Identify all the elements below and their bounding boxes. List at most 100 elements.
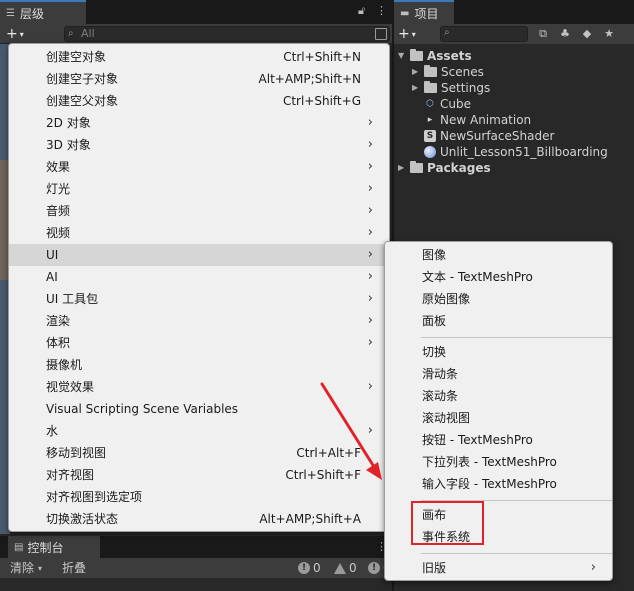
project-tab-label: 项目 — [414, 6, 439, 21]
expand-arrow-icon[interactable]: ▶ — [398, 160, 410, 176]
menu-item-create-empty[interactable]: 创建空对象 Ctrl+Shift+N — [9, 46, 389, 68]
search-icon: ⌕ — [444, 27, 450, 38]
menu-item-light[interactable]: 灯光 › — [9, 178, 389, 200]
hierarchy-search-input[interactable]: ⌕ All — [64, 26, 390, 42]
console-icon: ▤ — [14, 541, 24, 553]
menu-item-text-tmp[interactable]: 文本 - TextMeshPro — [385, 266, 612, 288]
expand-arrow-icon[interactable]: ▶ — [412, 64, 424, 80]
tree-item-cube[interactable]: ⬡ Cube — [424, 96, 471, 112]
tree-item-settings[interactable]: ▶ Settings — [412, 80, 490, 96]
menu-item-rendering[interactable]: 渲染 › — [9, 310, 389, 332]
tree-item-label: Assets — [427, 49, 472, 63]
tree-item-label: Cube — [440, 97, 471, 111]
menu-separator — [421, 553, 612, 554]
plus-icon: + — [6, 26, 18, 42]
lock-icon[interactable]: 🔓︎ — [358, 4, 365, 18]
menu-item-create-empty-parent[interactable]: 创建空父对象 Ctrl+Shift+G — [9, 90, 389, 112]
chevron-right-icon: › — [367, 313, 373, 328]
menu-item-slider[interactable]: 滑动条 — [385, 363, 612, 385]
menu-item-move-to-view[interactable]: 移动到视图 Ctrl+Alt+F — [9, 442, 389, 464]
menu-item-input-field-tmp[interactable]: 输入字段 - TextMeshPro — [385, 473, 612, 495]
menu-item-toggle-active[interactable]: 切换激活状态 Alt+AMP;Shift+A — [9, 508, 389, 530]
menu-item-effects[interactable]: 效果 › — [9, 156, 389, 178]
hierarchy-tab[interactable]: ☰ 层级 — [0, 0, 86, 24]
tree-item-material[interactable]: Unlit_Lesson51_Billboarding — [424, 144, 608, 160]
menu-item-image[interactable]: 图像 — [385, 244, 612, 266]
chevron-right-icon: › — [367, 115, 373, 130]
folder-icon: ▬ — [400, 7, 410, 19]
menu-item-visual-scripting[interactable]: Visual Scripting Scene Variables — [9, 398, 389, 420]
menu-item-panel[interactable]: 面板 — [385, 310, 612, 332]
collapse-button[interactable]: 折叠 — [62, 558, 86, 578]
menu-item-ui[interactable]: UI › — [9, 244, 389, 266]
folder-icon — [410, 49, 423, 61]
tree-item-label: Packages — [427, 161, 491, 175]
tree-item-label: Scenes — [441, 65, 484, 79]
menu-item-raw-image[interactable]: 原始图像 — [385, 288, 612, 310]
search-by-type-icon[interactable]: ⧉ — [536, 27, 550, 41]
menu-item-align-with-view[interactable]: 对齐视图 Ctrl+Shift+F — [9, 464, 389, 486]
chevron-right-icon: › — [367, 423, 373, 438]
filter-by-type-icon[interactable]: ♣ — [558, 27, 572, 41]
chevron-right-icon: › — [367, 379, 373, 394]
hierarchy-tab-label: 层级 — [19, 6, 44, 21]
menu-item-visual-effects[interactable]: 视觉效果 › — [9, 376, 389, 398]
tree-item-assets[interactable]: ▼ Assets — [398, 48, 472, 64]
info-counter[interactable]: ! 0 — [298, 560, 321, 576]
dropdown-caret-icon[interactable]: ▾ — [38, 564, 42, 573]
warning-counter[interactable]: 0 — [334, 560, 357, 576]
scene-search-icon[interactable] — [375, 28, 387, 40]
project-search-input[interactable]: ⌕ — [440, 26, 528, 42]
more-options-icon[interactable]: ⋮ — [376, 4, 387, 17]
chevron-right-icon: › — [367, 247, 373, 262]
animation-icon: ▸ — [427, 115, 433, 125]
hierarchy-list-icon: ☰ — [6, 7, 15, 19]
menu-item-water[interactable]: 水 › — [9, 420, 389, 442]
tree-item-scenes[interactable]: ▶ Scenes — [412, 64, 484, 80]
tree-item-packages[interactable]: ▶ Packages — [398, 160, 491, 176]
create-context-menu: 创建空对象 Ctrl+Shift+N 创建空子对象 Alt+AMP;Shift+… — [8, 43, 390, 532]
expand-arrow-icon[interactable]: ▼ — [398, 48, 410, 64]
tree-item-label: Unlit_Lesson51_Billboarding — [440, 145, 608, 159]
chevron-right-icon: › — [367, 225, 373, 240]
tree-item-new-animation[interactable]: ▸ New Animation — [424, 112, 531, 128]
menu-item-video[interactable]: 视频 › — [9, 222, 389, 244]
search-placeholder: All — [81, 27, 95, 40]
clear-button[interactable]: 清除 — [10, 558, 34, 578]
menu-item-scrollbar[interactable]: 滚动条 — [385, 385, 612, 407]
menu-item-ui-toolkit[interactable]: UI 工具包 › — [9, 288, 389, 310]
menu-item-create-empty-child[interactable]: 创建空子对象 Alt+AMP;Shift+N — [9, 68, 389, 90]
favorites-icon[interactable]: ★ — [602, 27, 616, 41]
menu-item-audio[interactable]: 音频 › — [9, 200, 389, 222]
chevron-right-icon: › — [590, 560, 596, 575]
expand-arrow-icon[interactable]: ▶ — [412, 80, 424, 96]
error-icon: ! — [368, 562, 380, 574]
menu-item-align-view-to-selected[interactable]: 对齐视图到选定项 — [9, 486, 389, 508]
menu-item-3d-object[interactable]: 3D 对象 › — [9, 134, 389, 156]
create-button[interactable]: + ▾ — [6, 25, 36, 43]
menu-item-dropdown-tmp[interactable]: 下拉列表 - TextMeshPro — [385, 451, 612, 473]
menu-item-scroll-view[interactable]: 滚动视图 — [385, 407, 612, 429]
info-icon: ! — [298, 562, 310, 574]
menu-separator — [421, 337, 612, 338]
console-tab[interactable]: ▤ 控制台 — [8, 536, 100, 558]
chevron-right-icon: › — [367, 291, 373, 306]
menu-item-2d-object[interactable]: 2D 对象 › — [9, 112, 389, 134]
menu-item-legacy[interactable]: 旧版 › — [385, 557, 612, 579]
folder-icon — [410, 161, 423, 173]
chevron-right-icon: › — [367, 181, 373, 196]
menu-item-volume[interactable]: 体积 › — [9, 332, 389, 354]
hierarchy-toolbar: + ▾ ⌕ All — [0, 24, 392, 44]
dropdown-caret-icon: ▾ — [411, 30, 416, 39]
project-create-button[interactable]: + ▾ — [398, 25, 428, 43]
material-icon — [424, 146, 436, 158]
filter-by-label-icon[interactable]: ◆ — [580, 27, 594, 41]
menu-item-camera[interactable]: 摄像机 — [9, 354, 389, 376]
menu-item-toggle[interactable]: 切换 — [385, 341, 612, 363]
menu-item-button-tmp[interactable]: 按钮 - TextMeshPro — [385, 429, 612, 451]
chevron-right-icon: › — [367, 159, 373, 174]
project-tab[interactable]: ▬ 项目 — [394, 0, 454, 24]
tree-item-shader[interactable]: S NewSurfaceShader — [424, 128, 554, 144]
menu-item-ai[interactable]: AI › — [9, 266, 389, 288]
plus-icon: + — [398, 26, 410, 42]
